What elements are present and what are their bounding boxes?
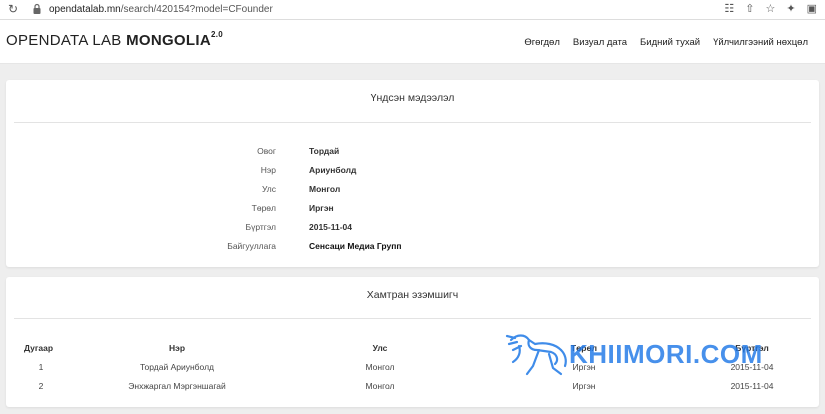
translate-icon[interactable]: ☷: [724, 2, 734, 15]
col-header-number: Дугаар: [24, 343, 54, 353]
info-row-registration: Бүртгэл 2015-11-04: [245, 222, 353, 232]
info-row-surname: Овог Тордай: [257, 146, 340, 156]
col-header-registration: Бүртгэл: [735, 343, 769, 353]
address-field[interactable]: opendatalab.mn/search/420154?model=CFoun…: [49, 4, 273, 15]
nav-data[interactable]: Өгөгдөл: [524, 37, 560, 48]
info-row-name: Нэр Ариунболд: [260, 165, 357, 175]
info-row-type: Төрөл Иргэн: [251, 203, 334, 213]
nav-terms[interactable]: Үйлчилгээний нөхцөл: [713, 37, 808, 48]
basic-info-title: Үндсэн мэдээлэл: [370, 92, 455, 104]
co-owners-card: Хамтран эзэмшигч Дугаар Нэр Улс Төрөл Бү…: [6, 277, 819, 407]
info-row-country: Улс Монгол: [261, 184, 341, 194]
nav-visual-data[interactable]: Визуал дата: [573, 37, 627, 48]
nav-about[interactable]: Бидний тухай: [640, 37, 700, 48]
col-header-type: Төрөл: [570, 343, 598, 353]
bookmark-star-icon[interactable]: ☆: [766, 2, 776, 15]
divider: [14, 318, 811, 319]
browser-url-bar: ↻ opendatalab.mn/search/420154?model=CFo…: [0, 0, 825, 20]
divider: [14, 122, 811, 123]
basic-info-card: Үндсэн мэдээлэл Овог Тордай Нэр Ариунбол…: [6, 80, 819, 267]
col-header-country: Улс: [372, 343, 388, 353]
info-row-organization: Байгууллага Сенсаци Медиа Групп: [227, 241, 402, 251]
sidebar-icon[interactable]: ▣: [807, 2, 817, 15]
extensions-icon[interactable]: ✦: [786, 2, 795, 15]
lock-icon: [33, 3, 41, 14]
site-logo[interactable]: OPENDATA LAB MONGOLIA2.0: [6, 30, 223, 49]
co-owners-title: Хамтран эзэмшигч: [366, 289, 459, 301]
col-header-name: Нэр: [168, 343, 186, 353]
reload-icon[interactable]: ↻: [8, 2, 18, 16]
site-header: OPENDATA LAB MONGOLIA2.0 Өгөгдөл Визуал …: [0, 20, 825, 64]
share-icon[interactable]: ⇧: [745, 2, 754, 15]
main-nav: Өгөгдөл Визуал дата Бидний тухай Үйлчилг…: [524, 37, 808, 48]
